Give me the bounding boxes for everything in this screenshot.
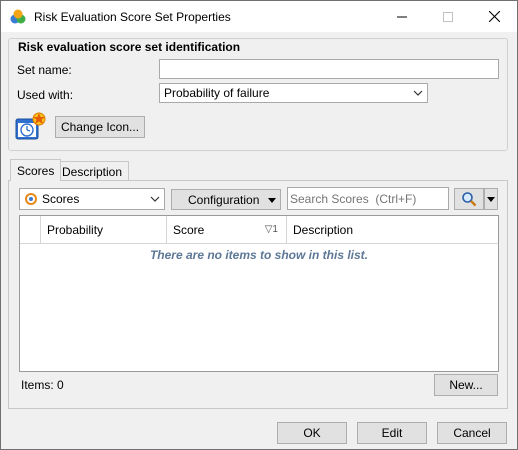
- change-icon-button[interactable]: Change Icon...: [55, 116, 145, 138]
- cancel-button[interactable]: Cancel: [437, 422, 507, 444]
- search-options-button[interactable]: [484, 188, 498, 210]
- tab-scores[interactable]: Scores: [10, 159, 62, 181]
- dropdown-arrow-icon: [268, 198, 276, 203]
- maximize-icon: [443, 11, 453, 22]
- column-header-score[interactable]: Score ▽1: [167, 216, 287, 244]
- column-label: Probability: [47, 223, 104, 237]
- minimize-icon: [397, 16, 407, 17]
- tab-description[interactable]: Description: [55, 161, 130, 181]
- configuration-label: Configuration: [188, 192, 260, 207]
- used-with-value: Probability of failure: [164, 86, 270, 100]
- column-label: Score: [173, 223, 205, 237]
- chevron-down-icon: [150, 196, 160, 202]
- new-button[interactable]: New...: [434, 374, 498, 396]
- window-title: Risk Evaluation Score Set Properties: [34, 10, 231, 24]
- ok-button[interactable]: OK: [277, 422, 347, 444]
- maximize-button[interactable]: [425, 1, 471, 32]
- row-selector-header: [20, 216, 41, 244]
- close-icon: [488, 11, 500, 22]
- edit-button[interactable]: Edit: [357, 422, 427, 444]
- configuration-button[interactable]: Configuration: [171, 189, 281, 210]
- scores-grid: Probability Score ▽1 Description There a…: [19, 215, 499, 372]
- app-icon: [10, 9, 26, 24]
- search-button[interactable]: [454, 188, 484, 210]
- chevron-down-icon: [413, 90, 423, 96]
- column-header-description[interactable]: Description: [287, 216, 498, 244]
- view-select[interactable]: Scores: [19, 188, 165, 210]
- close-button[interactable]: [471, 1, 517, 32]
- sort-indicator-icon: ▽1: [264, 224, 278, 235]
- column-header-probability[interactable]: Probability: [41, 216, 167, 244]
- score-set-icon: [15, 112, 46, 140]
- set-name-input[interactable]: [159, 59, 499, 79]
- view-select-value: Scores: [42, 192, 80, 206]
- scores-view-icon: [25, 193, 37, 205]
- items-count: Items: 0: [21, 378, 64, 392]
- search-icon: [462, 192, 477, 207]
- grid-header: Probability Score ▽1 Description: [20, 216, 498, 244]
- title-bar: Risk Evaluation Score Set Properties: [1, 1, 517, 32]
- set-name-label: Set name:: [17, 63, 72, 77]
- search-input[interactable]: [287, 187, 449, 210]
- group-title: Risk evaluation score set identification: [16, 40, 243, 54]
- used-with-select[interactable]: Probability of failure: [159, 83, 428, 103]
- properties-dialog: Risk Evaluation Score Set Properties Ris…: [0, 0, 518, 450]
- minimize-button[interactable]: [379, 1, 425, 32]
- dropdown-arrow-icon: [487, 196, 495, 202]
- used-with-label: Used with:: [17, 88, 74, 102]
- empty-list-message: There are no items to show in this list.: [149, 248, 369, 262]
- column-label: Description: [293, 223, 354, 237]
